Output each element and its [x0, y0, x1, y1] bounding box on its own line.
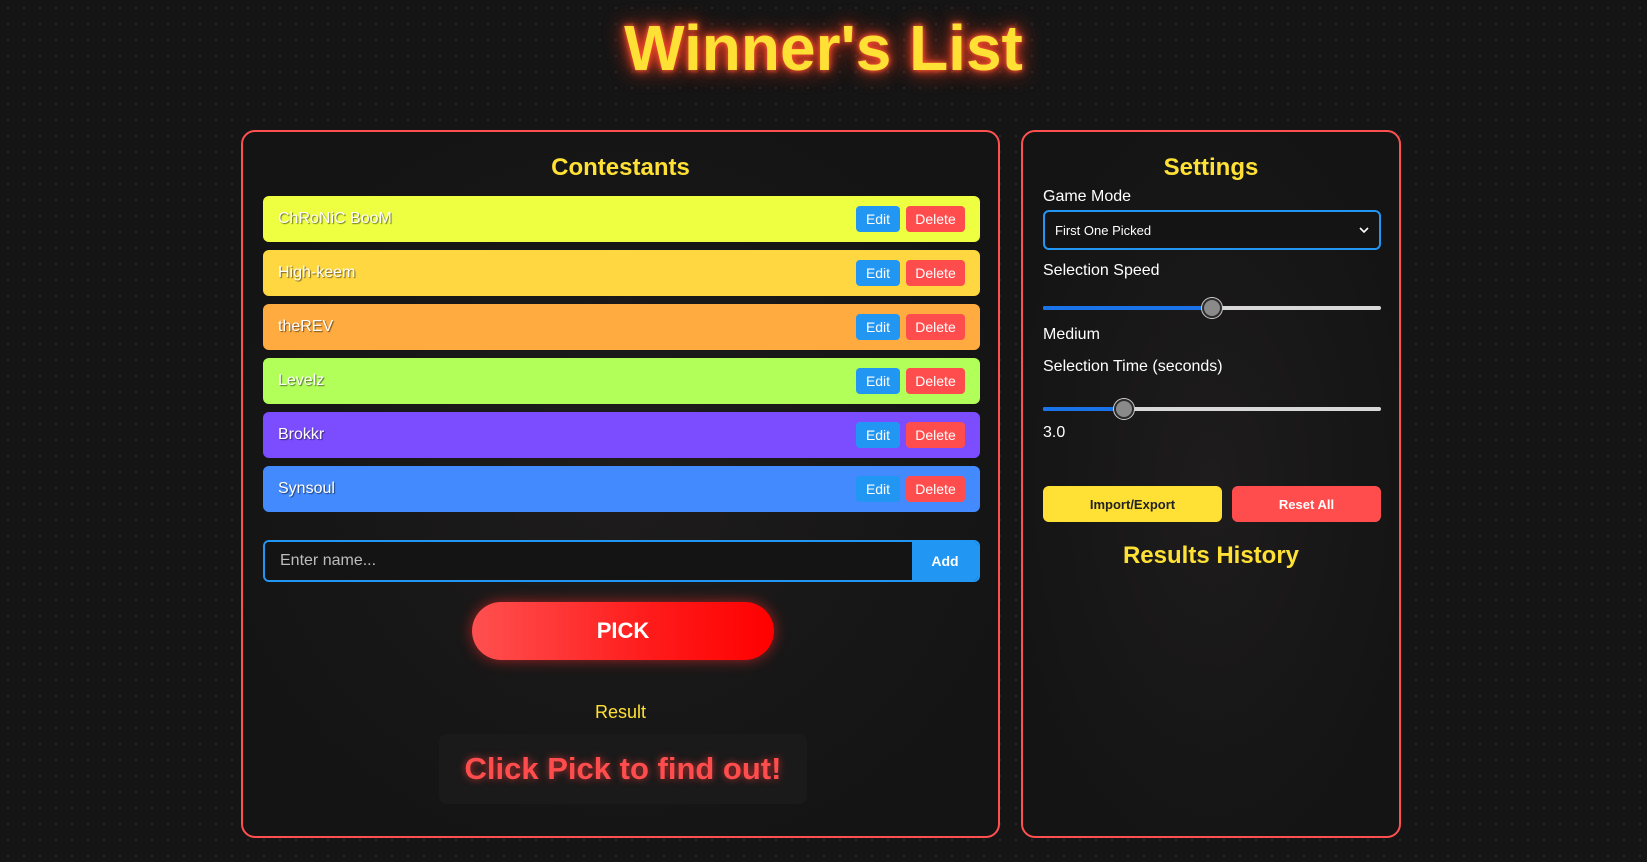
contestant-actions: Edit Delete — [856, 368, 965, 394]
slider-fill — [1043, 306, 1212, 310]
contestant-row: Synsoul Edit Delete — [263, 466, 980, 512]
name-input[interactable] — [265, 542, 912, 580]
import-export-button[interactable]: Import/Export — [1043, 486, 1222, 522]
game-mode-value: First One Picked — [1055, 222, 1152, 238]
contestant-name: theREV — [278, 318, 334, 335]
chevron-down-icon — [1359, 224, 1369, 236]
contestant-name: High-keem — [278, 264, 356, 281]
selection-speed-label: Selection Speed — [1043, 262, 1160, 279]
selection-time-slider[interactable] — [1043, 399, 1381, 419]
add-button[interactable]: Add — [912, 542, 978, 580]
slider-thumb[interactable] — [1202, 298, 1222, 318]
game-mode-select[interactable]: First One Picked — [1043, 210, 1381, 250]
contestant-actions: Edit Delete — [856, 422, 965, 448]
game-mode-label: Game Mode — [1043, 188, 1132, 205]
contestant-actions: Edit Delete — [856, 314, 965, 340]
edit-button[interactable]: Edit — [856, 368, 900, 394]
contestant-row: Levelz Edit Delete — [263, 358, 980, 404]
reset-all-button[interactable]: Reset All — [1232, 486, 1381, 522]
edit-button[interactable]: Edit — [856, 206, 900, 232]
delete-button[interactable]: Delete — [906, 368, 965, 394]
results-history-title: Results History — [1122, 542, 1300, 569]
result-text: Click Pick to find out! — [464, 751, 782, 786]
contestants-title: Contestants — [551, 154, 690, 181]
contestant-actions: Edit Delete — [856, 260, 965, 286]
slider-fill — [1043, 407, 1125, 411]
result-display: Click Pick to find out! — [439, 734, 807, 804]
contestant-row: Brokkr Edit Delete — [263, 412, 980, 458]
add-contestant-form: Add — [263, 540, 980, 582]
selection-time-label: Selection Time (seconds) — [1043, 358, 1223, 375]
edit-button[interactable]: Edit — [856, 476, 900, 502]
delete-button[interactable]: Delete — [906, 476, 965, 502]
contestant-list: ChRoNiC BooM Edit Delete High-keem Edit Delet… — [263, 196, 980, 520]
delete-button[interactable]: Delete — [906, 314, 965, 340]
pick-button[interactable]: PICK — [472, 602, 774, 660]
contestant-actions: Edit Delete — [856, 206, 965, 232]
edit-button[interactable]: Edit — [856, 314, 900, 340]
contestant-name: Levelz — [278, 372, 325, 389]
contestants-panel: Contestants ChRoNiC BooM Edit Delete High-k… — [241, 130, 1000, 838]
slider-thumb[interactable] — [1114, 399, 1135, 419]
settings-panel: Settings Game Mode First One Picked Sele… — [1021, 130, 1401, 838]
contestant-row: theREV Edit Delete — [263, 304, 980, 350]
contestant-name: ChRoNiC BooM — [278, 210, 392, 227]
contestant-row: High-keem Edit Delete — [263, 250, 980, 296]
edit-button[interactable]: Edit — [856, 422, 900, 448]
page-title: Winner's List — [624, 12, 1023, 84]
selection-speed-value: Medium — [1043, 326, 1100, 343]
page: Winner's List Contestants ChRoNiC BooM Ed… — [0, 0, 1647, 862]
settings-title: Settings — [1163, 154, 1259, 181]
edit-button[interactable]: Edit — [856, 260, 900, 286]
result-label: Result — [594, 702, 647, 722]
selection-speed-slider[interactable] — [1043, 298, 1381, 318]
contestant-actions: Edit Delete — [856, 476, 965, 502]
delete-button[interactable]: Delete — [906, 422, 965, 448]
selection-time-value: 3.0 — [1043, 424, 1066, 441]
contestant-name: Synsoul — [278, 480, 335, 497]
delete-button[interactable]: Delete — [906, 206, 965, 232]
contestant-row: ChRoNiC BooM Edit Delete — [263, 196, 980, 242]
contestant-name: Brokkr — [278, 426, 325, 443]
delete-button[interactable]: Delete — [906, 260, 965, 286]
